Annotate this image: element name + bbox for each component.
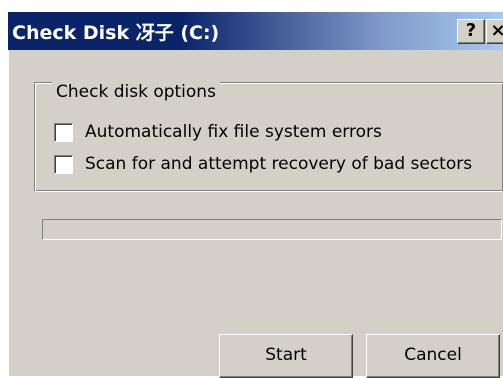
check-disk-dialog: Check Disk 冴子 (C:) ? × Check disk option…: [8, 12, 503, 378]
option-fix-file-system-errors[interactable]: Automatically fix file system errors: [54, 120, 382, 144]
help-button[interactable]: ?: [457, 19, 485, 44]
scan-bad-sectors-checkbox[interactable]: [54, 154, 73, 174]
cancel-button[interactable]: Cancel: [366, 334, 500, 378]
title-bar[interactable]: Check Disk 冴子 (C:) ? ×: [8, 12, 503, 50]
group-legend: Check disk options: [52, 80, 220, 104]
fix-errors-label[interactable]: Automatically fix file system errors: [85, 122, 382, 142]
help-icon: ?: [465, 20, 477, 41]
progress-bar: [42, 219, 502, 240]
option-scan-bad-sectors[interactable]: Scan for and attempt recovery of bad sec…: [54, 152, 472, 176]
window-title: Check Disk 冴子 (C:): [12, 22, 220, 44]
start-button[interactable]: Start: [219, 334, 353, 378]
close-button[interactable]: ×: [486, 19, 503, 44]
close-icon: ×: [490, 20, 503, 41]
scan-bad-sectors-label[interactable]: Scan for and attempt recovery of bad sec…: [85, 154, 472, 174]
fix-errors-checkbox[interactable]: [54, 122, 73, 142]
